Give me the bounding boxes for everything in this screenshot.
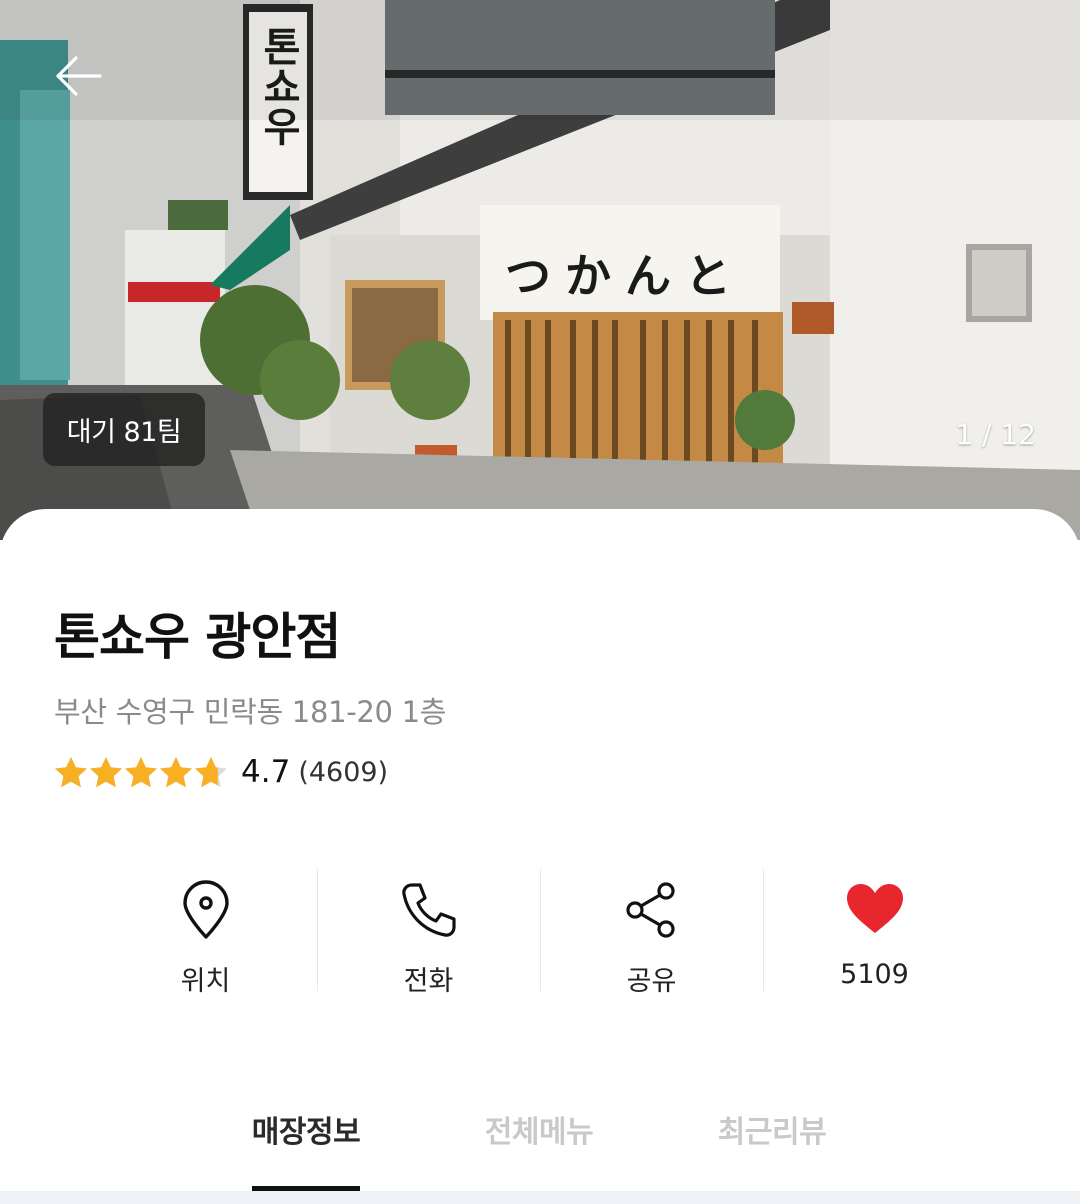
- store-photo-carousel[interactable]: 톤쇼우 つかんと 대기 81팀 1 / 12: [0, 0, 1080, 540]
- arrow-left-icon: [56, 56, 102, 96]
- noren-curtain-text: つかんと: [505, 249, 745, 303]
- waiting-teams-badge: 대기 81팀: [43, 393, 205, 466]
- star-rating: [54, 756, 229, 788]
- share-label: 공유: [626, 966, 677, 997]
- star-icon: [125, 757, 157, 788]
- content-divider: [0, 1191, 1080, 1204]
- rating-value: 4.7: [241, 754, 291, 790]
- store-name: 톤쇼우 광안점: [54, 608, 341, 666]
- rating-row: 4.7 (4609): [54, 754, 388, 790]
- favorite-button[interactable]: 5109: [763, 869, 986, 991]
- phone-icon: [398, 879, 460, 941]
- tab-recent-reviews[interactable]: 최근리뷰: [702, 1107, 842, 1151]
- share-button[interactable]: 공유: [540, 869, 763, 997]
- store-sign-text: 톤쇼우: [255, 26, 302, 146]
- back-button[interactable]: [50, 48, 110, 104]
- tab-store-info[interactable]: 매장정보: [236, 1107, 376, 1151]
- store-address: 부산 수영구 민락동 181-20 1층: [54, 695, 447, 729]
- location-button[interactable]: 위치: [94, 869, 317, 997]
- star-icon: [55, 757, 87, 788]
- action-bar: 위치 전화 공유 5109: [94, 869, 986, 997]
- star-icon: [195, 757, 227, 788]
- store-tabs: 매장정보 전체메뉴 최근리뷰: [0, 1093, 1080, 1193]
- star-icon: [90, 757, 122, 788]
- tab-full-menu[interactable]: 전체메뉴: [469, 1107, 609, 1151]
- photo-counter: 1 / 12: [955, 418, 1036, 451]
- location-pin-icon: [175, 879, 237, 941]
- review-count: (4609): [298, 756, 389, 788]
- favorite-count: 5109: [840, 959, 909, 990]
- share-icon: [621, 879, 683, 941]
- call-button[interactable]: 전화: [317, 869, 540, 997]
- call-label: 전화: [403, 966, 454, 997]
- star-icon: [160, 757, 192, 788]
- heart-icon: [844, 879, 906, 941]
- store-info-sheet: 톤쇼우 광안점 부산 수영구 민락동 181-20 1층 4.7 (4609) …: [0, 509, 1080, 1204]
- location-label: 위치: [180, 966, 231, 997]
